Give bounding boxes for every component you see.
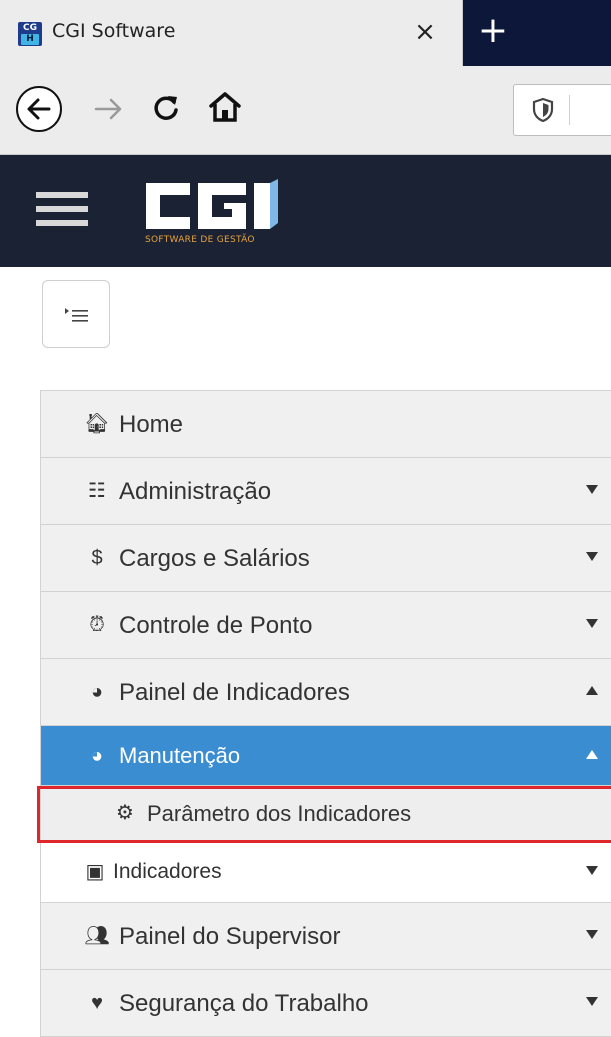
arrow-left-icon: [27, 98, 51, 120]
dollar-icon: $: [91, 547, 103, 569]
alarm-clock-icon: ⏰︎: [89, 614, 105, 636]
menu-item-label: Parâmetro dos Indicadores: [147, 801, 412, 826]
back-button[interactable]: [16, 86, 62, 132]
menu-item-label: Painel de Indicadores: [119, 679, 350, 706]
caret-down-icon: [586, 485, 598, 494]
home-button[interactable]: [208, 91, 242, 123]
caret-down-icon: [586, 619, 598, 628]
gear-icon: ⚙: [116, 802, 134, 824]
shield-icon[interactable]: [532, 97, 554, 123]
menu-item-label: Segurança do Trabalho: [119, 990, 369, 1017]
tab-close-button[interactable]: ×: [408, 14, 442, 50]
caret-down-icon: [586, 997, 598, 1006]
menu-item-administracao[interactable]: ☷ Administração: [41, 458, 611, 525]
menu-item-painel-do-supervisor[interactable]: 👥︎ Painel do Supervisor: [41, 903, 611, 970]
url-bar[interactable]: [513, 84, 611, 136]
menu-item-painel-de-indicadores[interactable]: ◕ Painel de Indicadores: [41, 659, 611, 726]
favicon-icon: CG H: [18, 22, 42, 46]
menu-item-seguranca-do-trabalho[interactable]: ♥ Segurança do Trabalho: [41, 970, 611, 1037]
list-icon: ☷: [88, 480, 106, 502]
logo-subtitle: SOFTWARE DE GESTÃO: [145, 235, 255, 245]
app-header: SOFTWARE DE GESTÃO: [0, 155, 611, 267]
browser-nav-bar: [0, 66, 611, 155]
hamburger-menu-icon[interactable]: [36, 192, 88, 226]
caret-up-icon: [586, 750, 598, 759]
menu-item-controle-de-ponto[interactable]: ⏰︎ Controle de Ponto: [41, 592, 611, 659]
browser-tab-bar: CG H CGI Software × +: [0, 0, 611, 66]
menu-item-label: Controle de Ponto: [119, 612, 313, 639]
globe-icon: ◕: [90, 745, 104, 767]
sidebar-menu: 🏠︎ Home ☷ Administração $ Cargos e Salár…: [40, 390, 611, 1037]
menu-item-home[interactable]: 🏠︎ Home: [41, 391, 611, 458]
tab-title: CGI Software: [52, 20, 176, 42]
users-icon: 👥︎: [84, 925, 110, 947]
home-icon: 🏠︎: [84, 413, 110, 435]
sidebar-toggle-button[interactable]: [42, 280, 110, 348]
menu-item-manutencao[interactable]: ◕ Manutenção: [41, 726, 611, 786]
globe-icon: ◕: [90, 681, 104, 703]
menu-item-label: Administração: [119, 478, 272, 505]
forward-button[interactable]: [92, 94, 126, 124]
cgi-logo[interactable]: [138, 177, 288, 235]
url-divider: [569, 95, 570, 125]
menu-item-label: Manutenção: [119, 743, 241, 768]
menu-item-label: Home: [119, 411, 184, 438]
new-tab-button[interactable]: +: [464, 8, 522, 58]
heart-icon: ♥: [91, 992, 103, 1014]
caret-up-icon: [586, 686, 598, 695]
caret-down-icon: [586, 552, 598, 561]
caret-down-icon: [586, 866, 598, 875]
menu-item-label: Painel do Supervisor: [119, 923, 341, 950]
menu-item-label: Indicadores: [113, 860, 222, 883]
picture-icon: ▣: [85, 861, 105, 883]
reload-button[interactable]: [150, 92, 182, 124]
menu-item-indicadores[interactable]: ▣ Indicadores: [41, 841, 611, 903]
indent-list-icon: [65, 308, 88, 322]
menu-item-cargos-e-salarios[interactable]: $ Cargos e Salários: [41, 525, 611, 592]
browser-tab[interactable]: CG H CGI Software ×: [0, 0, 463, 66]
menu-item-label: Cargos e Salários: [119, 545, 310, 572]
menu-item-parametro-dos-indicadores[interactable]: ⚙ Parâmetro dos Indicadores: [41, 786, 611, 841]
caret-down-icon: [586, 930, 598, 939]
